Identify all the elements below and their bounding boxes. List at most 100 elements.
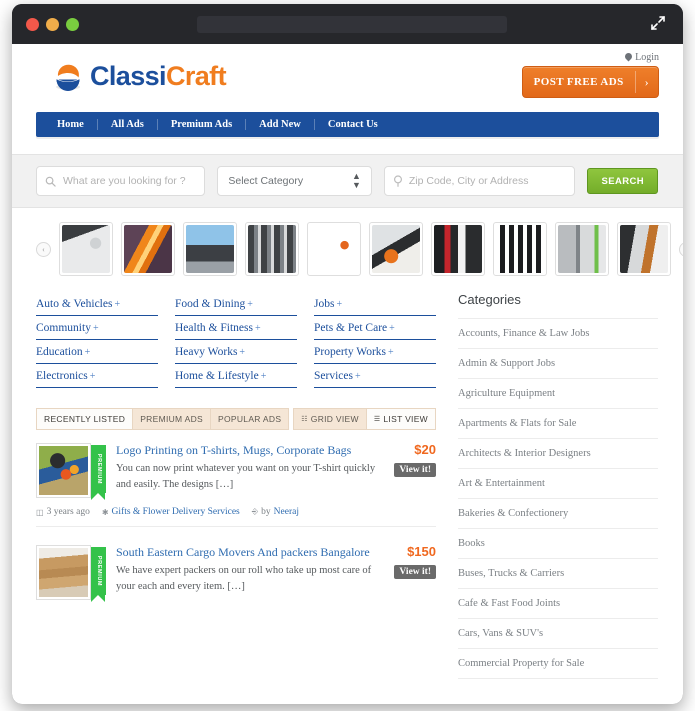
- login-link[interactable]: Login: [635, 52, 659, 63]
- category-link-property-works[interactable]: Property Works +: [314, 340, 436, 364]
- expand-plus-icon: +: [247, 299, 253, 310]
- carousel-thumb-kitchen-appliance-mixer[interactable]: [369, 222, 423, 276]
- category-link-home-lifestyle[interactable]: Home & Lifestyle +: [175, 364, 297, 388]
- premium-badge-ribbon: PREMIUM: [91, 547, 106, 602]
- sidebar-item-cars-vans-suvs[interactable]: Cars, Vans & SUV's: [458, 619, 658, 649]
- view-it-button[interactable]: View it!: [394, 565, 436, 579]
- listing-item: PREMIUM Logo Printing on T-shirts, Mugs,…: [36, 443, 436, 537]
- sidebar-item-bakeries-confectionery[interactable]: Bakeries & Confectionery: [458, 499, 658, 529]
- category-links-grid: Auto & Vehicles + Food & Dining + Jobs + Co…: [36, 292, 436, 388]
- carousel-thumb-appliance-store[interactable]: [617, 222, 671, 276]
- carousel-next-button[interactable]: ›: [679, 241, 683, 257]
- listing-description: You can now print whatever you want on y…: [116, 463, 376, 490]
- view-toggle: ☷ GRID VIEW ☰ LIST VIEW: [293, 408, 436, 430]
- listing-title-link[interactable]: South Eastern Cargo Movers And packers B…: [116, 545, 388, 560]
- category-link-label: Property Works: [314, 346, 387, 358]
- grid-view-button[interactable]: ☷ GRID VIEW: [293, 408, 366, 430]
- expand-plus-icon: +: [114, 299, 121, 310]
- sidebar-item-commercial-property-for-sale[interactable]: Commercial Property for Sale: [458, 649, 658, 679]
- sidebar-item-agriculture-equipment[interactable]: Agriculture Equipment: [458, 379, 658, 409]
- sidebar-item-buses-trucks-carriers[interactable]: Buses, Trucks & Carriers: [458, 559, 658, 589]
- post-free-ads-button[interactable]: POST FREE ADS ›: [521, 66, 659, 98]
- category-link-services[interactable]: Services +: [314, 364, 436, 388]
- keyword-search-placeholder: What are you looking for ?: [63, 175, 186, 187]
- sidebar-item-books[interactable]: Books: [458, 529, 658, 559]
- carousel-thumb-infrared-heater[interactable]: [121, 222, 175, 276]
- search-bar: What are you looking for ? Select Catego…: [12, 154, 683, 208]
- category-link-health-fitness[interactable]: Health & Fitness +: [175, 316, 297, 340]
- map-pin-icon: [393, 175, 403, 187]
- expand-plus-icon: +: [89, 371, 96, 382]
- sidebar-item-art-entertainment[interactable]: Art & Entertainment: [458, 469, 658, 499]
- category-link-label: Electronics: [36, 370, 88, 382]
- sidebar-item-accounts-finance-law-jobs[interactable]: Accounts, Finance & Law Jobs: [458, 319, 658, 349]
- nav-item-add-new[interactable]: Add New: [246, 119, 314, 130]
- post-free-ads-label: POST FREE ADS: [533, 76, 624, 88]
- logo-text: ClassiCraft: [90, 61, 227, 92]
- expand-plus-icon: +: [388, 347, 394, 358]
- nav-item-contact-us[interactable]: Contact Us: [315, 119, 391, 130]
- carousel-thumb-refrigerators[interactable]: [555, 222, 609, 276]
- listing-category-link[interactable]: Gifts & Flower Delivery Services: [112, 507, 240, 517]
- location-search-field[interactable]: Zip Code, City or Address: [383, 166, 576, 196]
- view-it-button[interactable]: View it!: [394, 463, 436, 477]
- category-link-label: Health & Fitness: [175, 322, 253, 334]
- category-link-auto-vehicles[interactable]: Auto & Vehicles +: [36, 292, 158, 316]
- category-select[interactable]: Select Category ▲ ▼: [217, 166, 372, 196]
- category-link-electronics[interactable]: Electronics +: [36, 364, 158, 388]
- search-button[interactable]: SEARCH: [587, 168, 658, 194]
- expand-plus-icon: +: [92, 323, 99, 334]
- category-link-pets-pet-care[interactable]: Pets & Pet Care +: [314, 316, 436, 340]
- carousel-thumb-fan-heater[interactable]: [59, 222, 113, 276]
- address-bar[interactable]: [197, 16, 507, 33]
- category-select-value: Select Category: [228, 175, 304, 187]
- listing-controls: RECENTLY LISTED PREMIUM ADS POPULAR ADS …: [36, 408, 436, 430]
- nav-item-home[interactable]: Home: [44, 119, 97, 130]
- minimize-window-button[interactable]: [46, 17, 59, 31]
- site-logo[interactable]: ClassiCraft: [52, 60, 227, 92]
- expand-icon[interactable]: [649, 14, 667, 32]
- expand-plus-icon: +: [84, 347, 91, 358]
- listing-thumbnail[interactable]: [36, 443, 91, 498]
- sidebar-item-admin-support-jobs[interactable]: Admin & Support Jobs: [458, 349, 658, 379]
- nav-item-all-ads[interactable]: All Ads: [98, 119, 157, 130]
- category-link-community[interactable]: Community +: [36, 316, 158, 340]
- sidebar-item-cafe-fast-food-joints[interactable]: Cafe & Fast Food Joints: [458, 589, 658, 619]
- sidebar-item-architects-interior-designers[interactable]: Architects & Interior Designers: [458, 439, 658, 469]
- list-view-button[interactable]: ☰ LIST VIEW: [365, 408, 436, 430]
- carousel-thumb-solar-water-heater[interactable]: [183, 222, 237, 276]
- site-header: Login ClassiCraft POST FREE ADS ›: [12, 44, 683, 112]
- listing-author-link[interactable]: Neeraj: [274, 507, 299, 517]
- category-link-jobs[interactable]: Jobs +: [314, 292, 436, 316]
- chevron-updown-icon: ▲ ▼: [351, 171, 361, 190]
- category-link-label: Community: [36, 322, 91, 334]
- tab-popular-ads[interactable]: POPULAR ADS: [210, 408, 290, 430]
- search-icon: [45, 176, 56, 187]
- maximize-window-button[interactable]: [66, 17, 79, 31]
- tab-recently-listed[interactable]: RECENTLY LISTED: [36, 408, 133, 430]
- listing-description: We have expert packers on our roll who t…: [116, 565, 372, 592]
- carousel-thumb-small-appliances-set[interactable]: [493, 222, 547, 276]
- list-icon: ☰: [373, 415, 381, 423]
- listing-price: $20: [414, 442, 436, 457]
- category-link-education[interactable]: Education +: [36, 340, 158, 364]
- nav-item-premium-ads[interactable]: Premium Ads: [158, 119, 245, 130]
- man-holding-flower-bouquet-image: [39, 446, 88, 495]
- calendar-icon: ◫: [36, 507, 44, 517]
- category-link-food-dining[interactable]: Food & Dining +: [175, 292, 297, 316]
- keyword-search-field[interactable]: What are you looking for ?: [36, 166, 206, 196]
- listing-thumbnail[interactable]: [36, 545, 91, 600]
- listing-tabs: RECENTLY LISTED PREMIUM ADS POPULAR ADS: [36, 408, 290, 430]
- listing-title-link[interactable]: Logo Printing on T-shirts, Mugs, Corpora…: [116, 443, 388, 458]
- close-window-button[interactable]: [26, 17, 39, 31]
- category-link-heavy-works[interactable]: Heavy Works +: [175, 340, 297, 364]
- left-column: Auto & Vehicles + Food & Dining + Jobs + Co…: [36, 292, 436, 679]
- category-link-label: Home & Lifestyle: [175, 370, 259, 382]
- carousel-thumb-wall-mounted-heater[interactable]: [307, 222, 361, 276]
- sidebar-item-apartments-flats-for-sale[interactable]: Apartments & Flats for Sale: [458, 409, 658, 439]
- carousel-thumb-blender-food-processor[interactable]: [431, 222, 485, 276]
- carousel-thumb-water-storage-tanks[interactable]: [245, 222, 299, 276]
- tab-premium-ads[interactable]: PREMIUM ADS: [132, 408, 210, 430]
- carousel-prev-button[interactable]: ‹: [36, 241, 51, 257]
- expand-plus-icon: +: [260, 371, 267, 382]
